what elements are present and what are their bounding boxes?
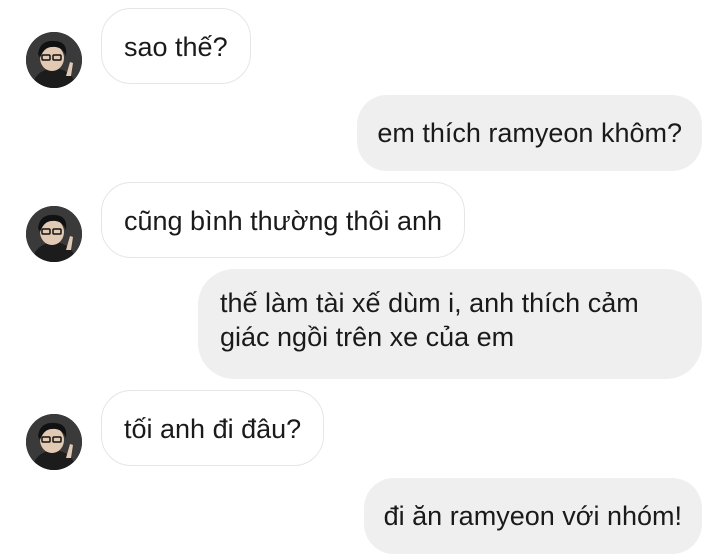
contact-avatar[interactable] [26,414,82,470]
incoming-message-bubble[interactable]: sao thế? [101,8,251,84]
avatar-image [26,32,82,88]
avatar-image [26,206,82,262]
outgoing-message-bubble[interactable]: thế làm tài xế dùm i, anh thích cảm giác… [198,269,702,379]
avatar-image [26,414,82,470]
contact-avatar[interactable] [26,206,82,262]
incoming-message-bubble[interactable]: tối anh đi đâu? [101,390,325,466]
message-row-outgoing: thế làm tài xế dùm i, anh thích cảm giác… [0,269,720,379]
outgoing-message-bubble[interactable]: đi ăn ramyeon với nhóm! [363,478,702,554]
outgoing-message-bubble[interactable]: em thích ramyeon khôm? [357,95,702,171]
message-thread: sao thế? em thích ramyeon khôm? cũng bìn… [0,0,720,560]
message-row-incoming: sao thế? [0,8,720,88]
message-row-outgoing: em thích ramyeon khôm? [0,95,720,171]
message-row-outgoing: đi ăn ramyeon với nhóm! [0,478,720,554]
message-row-incoming: cũng bình thường thôi anh [0,182,720,262]
contact-avatar[interactable] [26,32,82,88]
incoming-message-bubble[interactable]: cũng bình thường thôi anh [101,182,466,258]
message-row-incoming: tối anh đi đâu? [0,390,720,470]
